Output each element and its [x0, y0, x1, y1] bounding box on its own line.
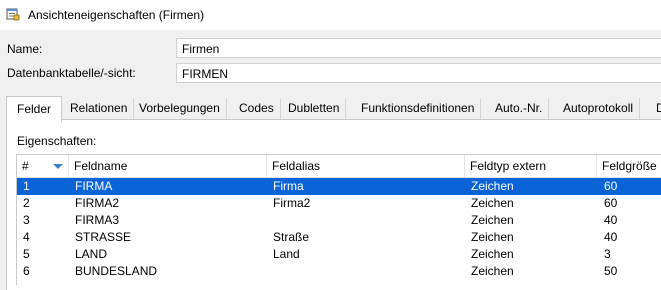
table-cell: 1	[23, 179, 30, 193]
table-cell: Land	[273, 247, 300, 261]
tab-vorbelegungen[interactable]: Vorbelegungen	[133, 98, 227, 119]
grid-header: # Feldname Feldalias Feldtyp extern Feld…	[17, 155, 661, 178]
table-cell: Firma2	[273, 196, 311, 210]
table-cell: 60	[604, 196, 618, 210]
column-header-feldgroesse[interactable]: Feldgröße	[597, 155, 661, 177]
column-label: #	[22, 159, 29, 173]
tab-d[interactable]: D	[650, 98, 661, 119]
table-cell: Zeichen	[471, 247, 514, 261]
table-cell: Zeichen	[471, 264, 514, 278]
sort-descending-icon[interactable]	[53, 164, 63, 169]
tab-felder[interactable]: Felder	[6, 96, 63, 122]
table-cell: 50	[604, 264, 618, 278]
table-cell: Straße	[273, 230, 310, 244]
tab-strip: Felder Relationen Vorbelegungen Codes Du…	[0, 96, 661, 122]
table-cell: 60	[604, 179, 618, 193]
tab-dubletten[interactable]: Dubletten	[282, 98, 347, 119]
table-cell: 5	[23, 247, 30, 261]
column-header-number[interactable]: #	[17, 155, 69, 177]
table-cell: 3	[23, 213, 30, 227]
tab-codes[interactable]: Codes	[233, 98, 281, 119]
title-bar: Ansichteneigenschaften (Firmen)	[0, 0, 661, 30]
column-header-feldname[interactable]: Feldname	[69, 155, 267, 177]
table-cell: STRASSE	[75, 230, 132, 244]
table-input[interactable]: FIRMEN	[176, 63, 661, 83]
table-cell: Firma	[273, 179, 304, 193]
table-cell: Zeichen	[471, 196, 514, 210]
table-cell: Zeichen	[471, 230, 514, 244]
table-cell: 2	[23, 196, 30, 210]
tab-funktionsdefinitionen[interactable]: Funktionsdefinitionen	[355, 98, 482, 119]
table-row[interactable]: 5 LAND Land Zeichen 3	[17, 246, 661, 263]
table-cell: Zeichen	[471, 179, 514, 193]
table-cell: LAND	[75, 247, 108, 261]
name-input[interactable]: Firmen	[176, 38, 661, 58]
table-row[interactable]: 4 STRASSE Straße Zeichen 40	[17, 229, 661, 246]
tab-auto-nr[interactable]: Auto.-Nr.	[489, 98, 550, 119]
name-label: Name:	[7, 42, 43, 56]
table-label: Datenbanktabelle/-sicht:	[7, 66, 136, 80]
table-row[interactable]: 1 FIRMA Firma Zeichen 60	[17, 178, 661, 195]
table-cell: FIRMA	[75, 179, 113, 193]
column-header-feldalias[interactable]: Feldalias	[267, 155, 465, 177]
table-row[interactable]: 6 BUNDESLAND Zeichen 50	[17, 263, 661, 280]
fields-grid[interactable]: # Feldname Feldalias Feldtyp extern Feld…	[16, 154, 661, 285]
table-cell: Zeichen	[471, 213, 514, 227]
properties-label: Eigenschaften:	[17, 134, 97, 148]
table-row[interactable]: 3 FIRMA3 Zeichen 40	[17, 212, 661, 229]
table-cell: BUNDESLAND	[75, 264, 158, 278]
window-title: Ansichteneigenschaften (Firmen)	[28, 8, 205, 22]
tab-autoprotokoll[interactable]: Autoprotokoll	[557, 98, 641, 119]
table-row[interactable]: 2 FIRMA2 Firma2 Zeichen 60	[17, 195, 661, 212]
window-properties-icon	[6, 8, 20, 21]
table-cell: 3	[604, 247, 611, 261]
tab-relationen[interactable]: Relationen	[64, 98, 135, 119]
table-cell: 40	[604, 213, 618, 227]
table-cell: FIRMA3	[75, 213, 120, 227]
table-cell: 4	[23, 230, 30, 244]
table-cell: FIRMA2	[75, 196, 120, 210]
column-header-feldtyp-extern[interactable]: Feldtyp extern	[465, 155, 597, 177]
table-cell: 6	[23, 264, 30, 278]
table-cell: 40	[604, 230, 618, 244]
